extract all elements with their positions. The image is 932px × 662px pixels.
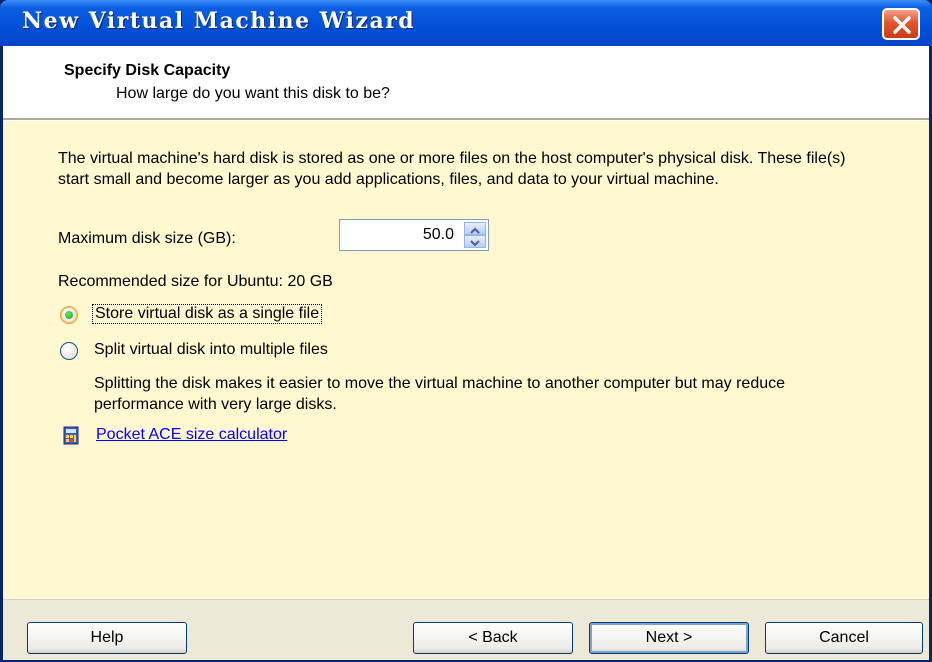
spin-down-button[interactable] — [464, 235, 486, 248]
close-icon — [893, 16, 911, 34]
page-subtitle: How large do you want this disk to be? — [116, 85, 390, 102]
calculator-icon — [63, 426, 79, 445]
wizard-window: New Virtual Machine Wizard Specify Disk … — [0, 0, 932, 662]
multiple-files-radio[interactable] — [60, 342, 78, 360]
page-title: Specify Disk Capacity — [64, 62, 231, 79]
help-button[interactable]: Help — [27, 622, 187, 654]
multiple-files-label[interactable]: Split virtual disk into multiple files — [94, 341, 328, 359]
back-button[interactable]: < Back — [413, 622, 573, 654]
window-title: New Virtual Machine Wizard — [22, 8, 416, 34]
single-file-radio[interactable] — [60, 306, 78, 324]
max-disk-size-label: Maximum disk size (GB): — [58, 230, 236, 247]
max-disk-size-spinbox[interactable]: 50.0 — [339, 219, 489, 251]
wizard-header: Specify Disk Capacity How large do you w… — [3, 46, 929, 118]
title-bar[interactable]: New Virtual Machine Wizard — [0, 0, 932, 46]
dialog-body: Specify Disk Capacity How large do you w… — [3, 46, 929, 660]
recommended-size-text: Recommended size for Ubuntu: 20 GB — [58, 273, 333, 290]
cancel-button[interactable]: Cancel — [765, 622, 923, 654]
disk-description: The virtual machine's hard disk is store… — [58, 150, 846, 188]
content-panel: The virtual machine's hard disk is store… — [3, 121, 929, 599]
spin-up-button[interactable] — [464, 222, 486, 235]
split-description: Splitting the disk makes it easier to mo… — [94, 375, 786, 413]
chevron-down-icon — [470, 240, 480, 247]
close-button[interactable] — [882, 8, 920, 40]
next-button[interactable]: Next > — [589, 622, 749, 654]
spin-buttons — [464, 222, 486, 248]
max-disk-size-value[interactable]: 50.0 — [423, 226, 454, 244]
size-calculator-link[interactable]: Pocket ACE size calculator — [96, 426, 287, 444]
button-bar: Help < Back Next > Cancel — [3, 599, 929, 660]
single-file-label[interactable]: Store virtual disk as a single file — [92, 304, 323, 324]
